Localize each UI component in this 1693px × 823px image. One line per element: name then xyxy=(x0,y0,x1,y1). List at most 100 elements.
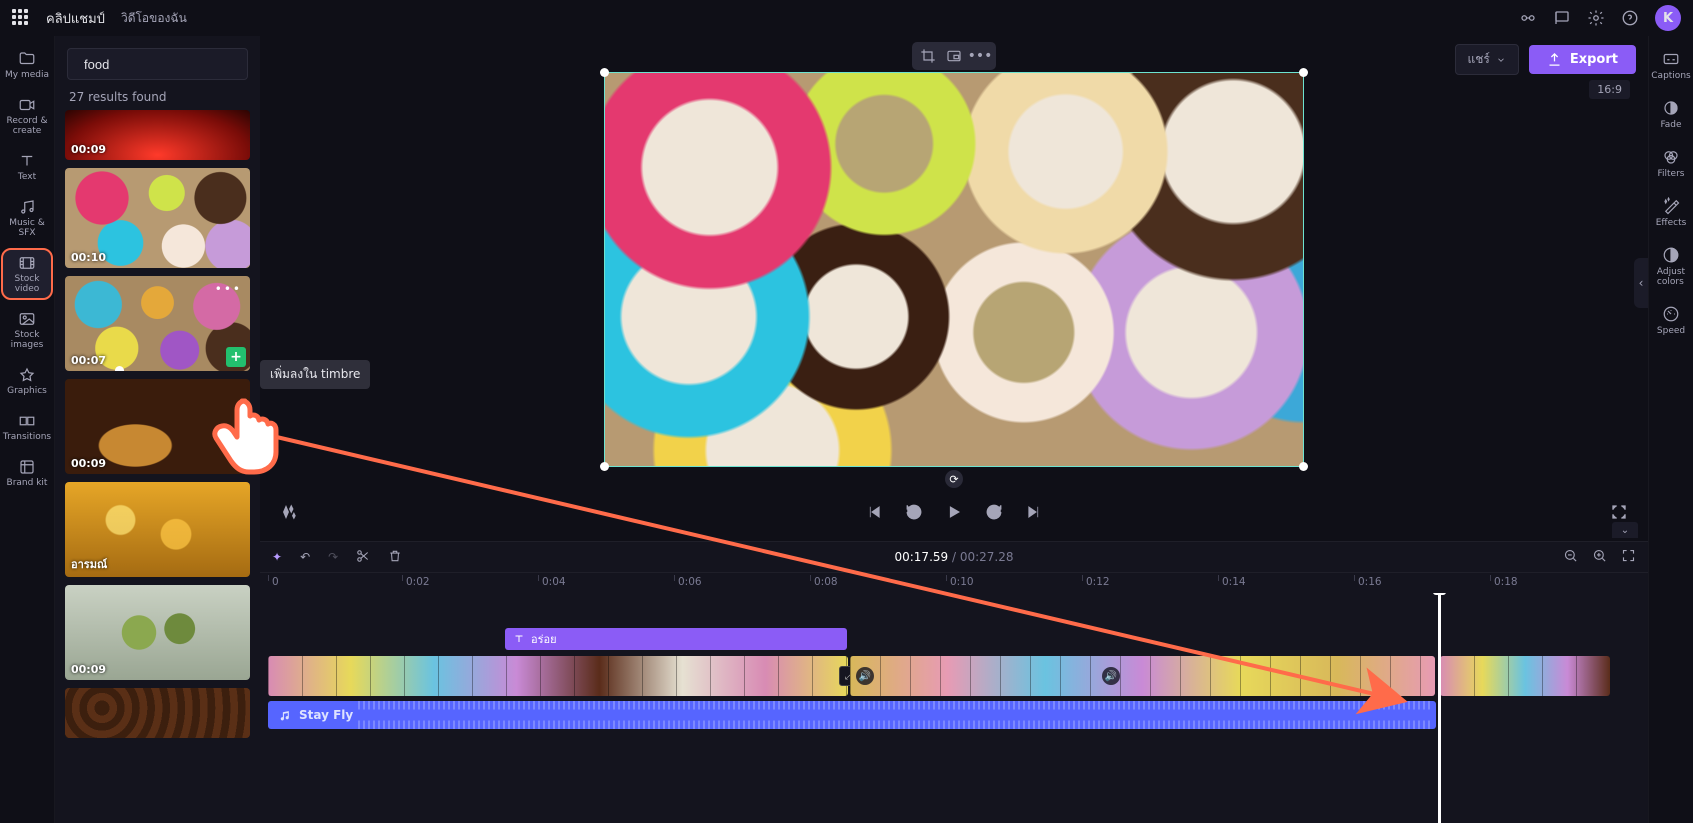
clip-more-icon[interactable]: ••• xyxy=(215,282,242,296)
audio-clip[interactable]: Stay Fly xyxy=(268,701,1436,729)
time-ruler[interactable]: 0 0:02 0:04 0:06 0:08 0:10 0:12 0:14 0:1… xyxy=(260,573,1648,593)
avatar[interactable]: K xyxy=(1655,5,1681,31)
clip-thumb[interactable]: อารมณ์ xyxy=(65,482,250,577)
rr-fade-label: Fade xyxy=(1660,120,1681,130)
time-tick: 0:08 xyxy=(810,576,838,588)
preview-frame-image xyxy=(605,73,1303,466)
rail-record-create-label: Record & create xyxy=(7,116,48,136)
feedback-icon[interactable] xyxy=(1553,9,1571,27)
aspect-ratio-badge[interactable]: 16:9 xyxy=(1589,80,1630,99)
crop-icon[interactable] xyxy=(915,45,941,67)
video-clip[interactable]: 🔊 🔊 xyxy=(850,656,1435,696)
clip-duration: 00:09 xyxy=(71,457,106,470)
rr-adjust-colors-label: Adjust colors xyxy=(1657,267,1685,287)
export-button-label: Export xyxy=(1570,52,1618,67)
scrub-handle-icon[interactable] xyxy=(115,366,124,371)
zoom-in-icon[interactable] xyxy=(1592,548,1607,566)
rail-stock-images[interactable]: Stock images xyxy=(3,306,51,354)
more-icon[interactable]: ••• xyxy=(967,45,993,67)
panel-collapse-icon[interactable]: ⌄ xyxy=(1612,522,1638,538)
streak-icon[interactable] xyxy=(1519,9,1537,27)
clip-duration: 00:09 xyxy=(71,663,106,676)
skip-end-icon[interactable] xyxy=(1025,503,1043,524)
settings-icon[interactable] xyxy=(1587,9,1605,27)
rr-filters[interactable]: Filters xyxy=(1658,148,1685,179)
clip-thumb[interactable]: 00:10 xyxy=(65,168,250,268)
rail-brand-kit[interactable]: Brand kit xyxy=(3,454,51,492)
preview-canvas[interactable]: ⟳ xyxy=(604,72,1304,467)
playhead[interactable] xyxy=(1438,593,1441,823)
rail-text-label: Text xyxy=(18,172,36,182)
ai-icon[interactable] xyxy=(280,503,298,524)
zoom-out-icon[interactable] xyxy=(1563,548,1578,566)
step-forward-icon[interactable] xyxy=(985,503,1003,524)
resize-handle-icon[interactable] xyxy=(600,68,609,77)
rail-record-create[interactable]: Record & create xyxy=(3,92,51,140)
rr-fade[interactable]: Fade xyxy=(1660,99,1681,130)
export-button[interactable]: Export xyxy=(1529,45,1636,74)
rail-my-media[interactable]: My media xyxy=(3,46,51,84)
clip-mute-icon[interactable]: 🔊 xyxy=(1102,667,1120,685)
text-clip-label: อร่อย xyxy=(531,630,557,648)
timeline-tracks[interactable]: อร่อย ⤢ 🔊 🔊 Stay Fly xyxy=(260,593,1648,823)
fullscreen-icon[interactable] xyxy=(1610,503,1628,524)
video-clip[interactable]: ⤢ xyxy=(268,656,848,696)
text-clip[interactable]: อร่อย xyxy=(505,628,847,650)
clip-duration: อารมณ์ xyxy=(71,555,107,573)
help-icon[interactable] xyxy=(1621,9,1639,27)
fit-icon[interactable] xyxy=(1621,548,1636,566)
rail-music-sfx[interactable]: Music & SFX xyxy=(3,194,51,242)
undo-icon[interactable]: ↶ xyxy=(300,550,310,564)
clip-thumb[interactable]: 00:09 xyxy=(65,110,250,160)
right-panel-collapse[interactable]: ‹ xyxy=(1634,258,1648,308)
clip-thumb[interactable]: 00:09 xyxy=(65,379,250,474)
search-input-wrapper[interactable] xyxy=(67,48,248,80)
rotate-handle-icon[interactable]: ⟳ xyxy=(945,470,963,488)
resize-handle-icon[interactable] xyxy=(1299,68,1308,77)
clip-mute-icon[interactable]: 🔊 xyxy=(856,667,874,685)
video-clip[interactable] xyxy=(1440,656,1610,696)
clip-thumb[interactable]: 00:07 ••• + xyxy=(65,276,250,371)
rr-captions[interactable]: Captions xyxy=(1651,50,1690,81)
rr-speed[interactable]: Speed xyxy=(1657,305,1685,336)
pip-icon[interactable] xyxy=(941,45,967,67)
clip-thumb[interactable]: 00:09 xyxy=(65,585,250,680)
skip-start-icon[interactable] xyxy=(865,503,883,524)
redo-icon[interactable]: ↷ xyxy=(328,550,338,564)
split-icon[interactable] xyxy=(356,549,370,566)
search-input[interactable] xyxy=(82,56,262,73)
time-tick: 0:12 xyxy=(1082,576,1110,588)
clip-duration: 00:07 xyxy=(71,354,106,367)
rail-text[interactable]: Text xyxy=(3,148,51,186)
timecode: 00:17.59 / 00:27.28 xyxy=(894,550,1013,564)
time-tick: 0:06 xyxy=(674,576,702,588)
project-title[interactable]: วิดีโอของฉัน xyxy=(121,9,187,28)
rail-transitions[interactable]: Transitions xyxy=(3,408,51,446)
video-track[interactable]: ⤢ 🔊 🔊 xyxy=(268,656,1643,696)
resize-handle-icon[interactable] xyxy=(600,462,609,471)
rail-stock-video[interactable]: Stock video xyxy=(3,250,51,298)
rr-adjust-colors[interactable]: Adjust colors xyxy=(1657,246,1685,287)
share-button[interactable]: แชร์ xyxy=(1455,44,1519,75)
rail-my-media-label: My media xyxy=(5,70,49,80)
rail-brand-kit-label: Brand kit xyxy=(7,478,48,488)
audio-clip-label: Stay Fly xyxy=(299,708,353,722)
rr-speed-label: Speed xyxy=(1657,326,1685,336)
ai-sparkle-icon[interactable]: ✦ xyxy=(272,550,282,564)
rr-effects[interactable]: Effects xyxy=(1656,197,1687,228)
play-icon[interactable] xyxy=(945,503,963,524)
rr-filters-label: Filters xyxy=(1658,169,1685,179)
delete-icon[interactable] xyxy=(388,549,402,566)
clip-thumb[interactable] xyxy=(65,688,250,738)
rr-captions-label: Captions xyxy=(1651,71,1690,81)
clip-list[interactable]: 00:09 00:10 00:07 ••• + 00:09 อารมณ์ 00:… xyxy=(55,110,260,748)
music-icon xyxy=(278,709,291,722)
step-back-icon[interactable] xyxy=(905,503,923,524)
apps-grid-icon[interactable] xyxy=(12,9,30,27)
add-to-timeline-button[interactable]: + xyxy=(226,347,246,367)
rail-music-sfx-label: Music & SFX xyxy=(3,218,51,238)
time-tick: 0:04 xyxy=(538,576,566,588)
resize-handle-icon[interactable] xyxy=(1299,462,1308,471)
rail-graphics[interactable]: Graphics xyxy=(3,362,51,400)
app-home-link[interactable]: คลิปแชมป์ xyxy=(46,8,105,29)
